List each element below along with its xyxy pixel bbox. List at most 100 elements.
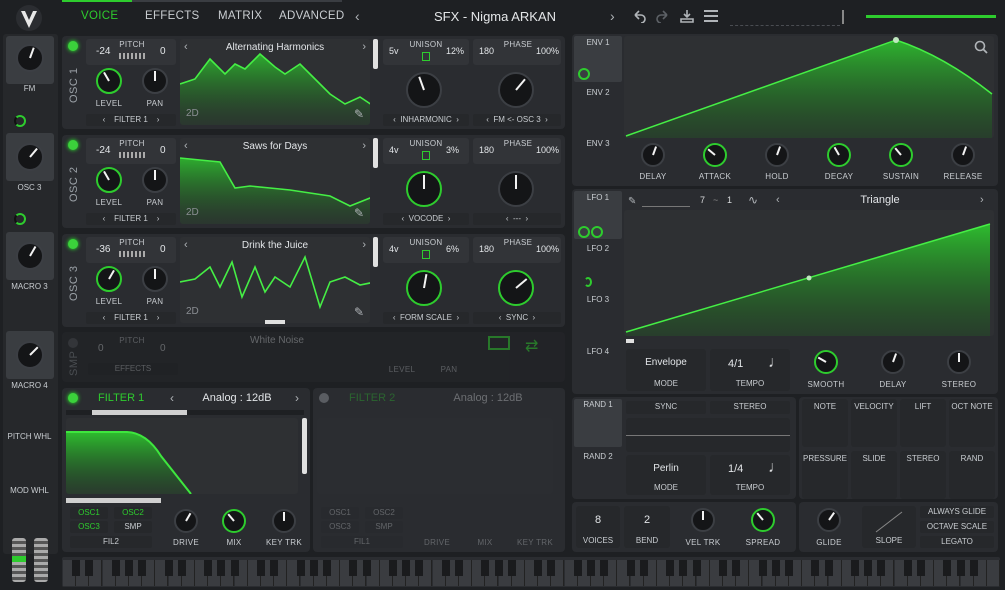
osc1-phase-random[interactable]: 100% bbox=[536, 46, 559, 56]
sample-pitch-semis[interactable]: 0 bbox=[98, 343, 104, 354]
filter1-model-select[interactable]: Analog : 12dB bbox=[182, 392, 292, 404]
osc2-distortion-select[interactable]: ‹ --- › bbox=[473, 213, 561, 225]
piano-key-black[interactable] bbox=[573, 560, 582, 576]
undo-icon[interactable] bbox=[632, 9, 646, 26]
osc2-power-button[interactable] bbox=[68, 140, 78, 150]
piano-key-black[interactable] bbox=[877, 560, 886, 576]
piano-key-black[interactable] bbox=[257, 560, 265, 576]
tab-env2[interactable]: ENV 2 bbox=[574, 88, 622, 97]
tab-lfo1[interactable]: LFO 1 bbox=[574, 193, 622, 202]
osc1-unison-detune[interactable]: 12% bbox=[446, 46, 464, 56]
preset-prev-button[interactable]: ‹ bbox=[355, 8, 360, 24]
piano-key-black[interactable] bbox=[600, 560, 609, 576]
bend-control[interactable]: 2 BEND bbox=[624, 506, 670, 548]
tab-rand1[interactable]: RAND 1 bbox=[574, 400, 622, 409]
osc2-phase-value[interactable]: 180 bbox=[479, 145, 494, 155]
piano-key-black[interactable] bbox=[534, 560, 543, 576]
piano-key-black[interactable] bbox=[864, 560, 873, 576]
osc3-pitch-cents[interactable]: 0 bbox=[160, 244, 166, 255]
osc3-spectral-select[interactable]: ‹ FORM SCALE › bbox=[383, 312, 469, 324]
osc1-frame-slider[interactable] bbox=[373, 39, 378, 69]
env-release-knob[interactable] bbox=[951, 143, 975, 167]
preset-name[interactable]: SFX - Nigma ARKAN bbox=[380, 9, 610, 24]
filter2-model-select[interactable]: Analog : 12dB bbox=[433, 392, 543, 404]
osc1-distortion-knob[interactable] bbox=[498, 72, 534, 108]
osc2-spectral-select[interactable]: ‹ VOCODE › bbox=[383, 213, 469, 225]
osc1-spectral-knob[interactable] bbox=[406, 72, 442, 108]
osc3-route-select[interactable]: ‹ FILTER 1 › bbox=[86, 312, 176, 324]
osc1-power-button[interactable] bbox=[68, 41, 78, 51]
filter1-drive-knob[interactable] bbox=[174, 509, 198, 533]
macro-label-4[interactable]: MACRO 4 bbox=[3, 381, 56, 390]
osc3-unison-voices[interactable]: 4v bbox=[389, 244, 399, 254]
piano-key-black[interactable] bbox=[732, 560, 741, 576]
osc2-route-select[interactable]: ‹ FILTER 1 › bbox=[86, 213, 176, 225]
osc3-unison-detune[interactable]: 6% bbox=[446, 244, 459, 254]
env-decay-knob[interactable] bbox=[827, 143, 851, 167]
osc2-level-knob[interactable] bbox=[96, 167, 122, 193]
envelope-graph[interactable] bbox=[624, 36, 994, 138]
tab-env1[interactable]: ENV 1 bbox=[574, 36, 622, 47]
tab-lfo2[interactable]: LFO 2 bbox=[574, 244, 622, 253]
tab-effects[interactable]: EFFECTS bbox=[145, 10, 200, 22]
filter1-source-osc3[interactable]: OSC3 bbox=[70, 521, 108, 533]
osc1-route-select[interactable]: ‹ FILTER 1 › bbox=[86, 114, 176, 126]
piano-key-black[interactable] bbox=[679, 560, 688, 576]
piano-key-black[interactable] bbox=[402, 560, 411, 576]
osc3-view-mode[interactable]: 2D bbox=[186, 306, 199, 317]
lfo-tempo-select[interactable]: 4/1 ♩ TEMPO bbox=[710, 349, 790, 391]
osc3-spectral-knob[interactable] bbox=[406, 270, 442, 306]
piano-key-black[interactable] bbox=[587, 560, 595, 576]
tab-rand2[interactable]: RAND 2 bbox=[574, 452, 622, 461]
piano-key-black[interactable] bbox=[692, 560, 701, 576]
piano-key-black[interactable] bbox=[494, 560, 503, 576]
macro-label-1[interactable]: FM bbox=[3, 84, 56, 93]
piano-key-black[interactable] bbox=[956, 560, 965, 576]
mod-wheel[interactable] bbox=[34, 538, 48, 582]
piano-key-black[interactable] bbox=[943, 560, 952, 576]
piano-key-black[interactable] bbox=[85, 560, 94, 576]
vital-logo-icon[interactable] bbox=[14, 4, 44, 32]
filter1-mix-knob[interactable] bbox=[222, 509, 246, 533]
piano-key-black[interactable] bbox=[217, 560, 226, 576]
osc1-pitch-semis[interactable]: -24 bbox=[96, 46, 110, 57]
tab-advanced[interactable]: ADVANCED bbox=[279, 10, 344, 22]
vel-trk-knob[interactable] bbox=[691, 508, 715, 532]
lfo-smooth-knob[interactable] bbox=[814, 350, 838, 374]
save-icon[interactable] bbox=[680, 9, 694, 26]
osc1-wavetable[interactable]: ‹ Alternating Harmonics › 2D ✎ bbox=[180, 39, 370, 125]
piano-key-black[interactable] bbox=[230, 560, 239, 576]
filter2-source-osc3[interactable]: OSC3 bbox=[321, 521, 359, 533]
piano-key-black[interactable] bbox=[72, 560, 81, 576]
osc2-view-mode[interactable]: 2D bbox=[186, 207, 199, 218]
filter2-power-button[interactable] bbox=[319, 393, 329, 403]
filter1-response[interactable] bbox=[66, 418, 298, 494]
glide-knob[interactable] bbox=[817, 508, 841, 532]
sample-power-button[interactable] bbox=[68, 338, 78, 348]
mod-source-pressure[interactable]: PRESSURE bbox=[802, 451, 848, 499]
piano-key-black[interactable] bbox=[851, 560, 859, 576]
legato-toggle[interactable]: LEGATO bbox=[920, 536, 994, 548]
rand-stereo-button[interactable]: STEREO bbox=[710, 401, 790, 414]
piano-key-black[interactable] bbox=[270, 560, 279, 576]
piano-key-black[interactable] bbox=[323, 560, 331, 576]
lfo-shape-select[interactable]: Triangle bbox=[790, 194, 970, 206]
mod-source-stereo[interactable]: STEREO bbox=[900, 451, 946, 499]
filter1-keytrk-knob[interactable] bbox=[272, 509, 296, 533]
filter2-response[interactable] bbox=[317, 418, 553, 494]
octave-scale-toggle[interactable]: OCTAVE SCALE bbox=[920, 521, 994, 533]
macro-knob-3[interactable] bbox=[16, 242, 44, 270]
lfo-graph[interactable] bbox=[624, 210, 994, 336]
piano-key-black[interactable] bbox=[415, 560, 424, 576]
piano-key-black[interactable] bbox=[811, 560, 820, 576]
sample-name[interactable]: White Noise bbox=[182, 335, 372, 346]
mod-source-lift[interactable]: LIFT bbox=[900, 399, 946, 447]
always-glide-toggle[interactable]: ALWAYS GLIDE bbox=[920, 506, 994, 518]
osc2-pitch-cents[interactable]: 0 bbox=[160, 145, 166, 156]
filter1-source-smp[interactable]: SMP bbox=[114, 521, 152, 533]
osc3-distortion-select[interactable]: ‹ SYNC › bbox=[473, 312, 561, 324]
pencil-icon[interactable]: ✎ bbox=[354, 305, 364, 319]
pencil-icon[interactable]: ✎ bbox=[354, 107, 364, 121]
menu-icon[interactable] bbox=[704, 10, 718, 25]
filter1-source-osc2[interactable]: OSC2 bbox=[114, 507, 152, 519]
